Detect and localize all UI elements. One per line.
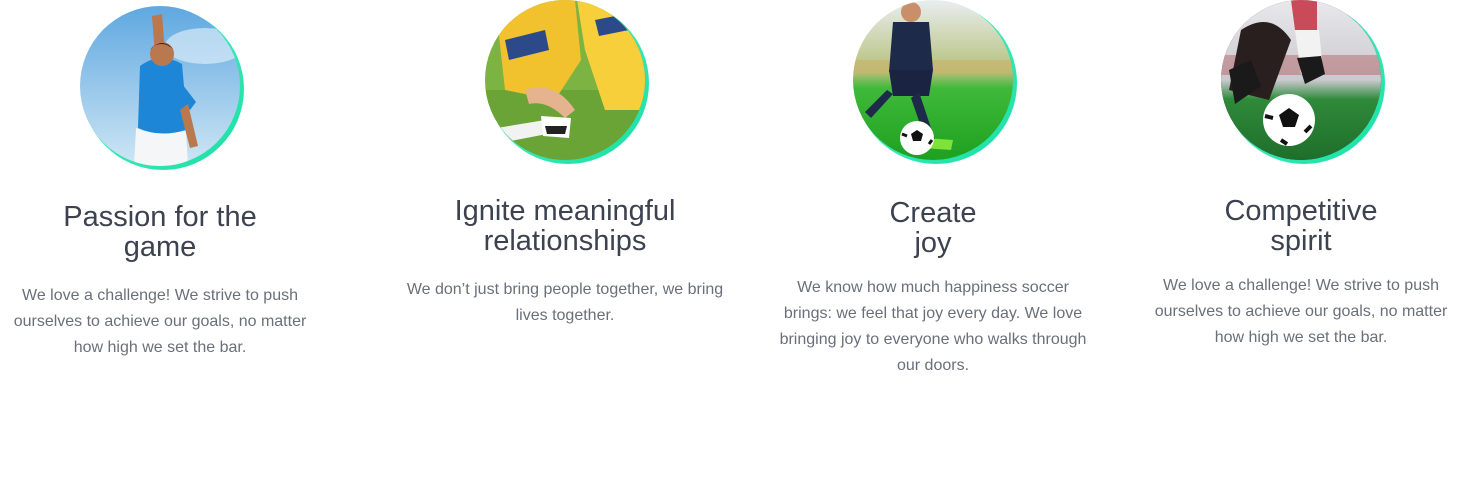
athlete-celebrating-photo [80,6,240,166]
feature-description: We love a challenge! We strive to push o… [13,287,307,356]
feature-photo-frame [1221,0,1385,164]
player-dribbling-photo [853,0,1013,160]
feature-photo-frame [853,0,1017,164]
feature-description: We love a challenge! We strive to push o… [1154,277,1448,346]
feature-title: Passion for the game [63,201,257,263]
feature-description: We know how much happiness soccer brings… [779,279,1087,374]
feature-title: Competitive spirit [1224,195,1378,257]
feature-description: We don’t just bring people together, we … [406,281,724,324]
feature-title: Ignite meaningful relationships [454,195,676,257]
feature-title: Create joy [889,197,977,259]
teammates-helping-photo [485,0,645,160]
feature-photo-frame [80,6,244,170]
ball-under-foot-photo [1221,0,1381,160]
feature-photo-frame [485,0,649,164]
